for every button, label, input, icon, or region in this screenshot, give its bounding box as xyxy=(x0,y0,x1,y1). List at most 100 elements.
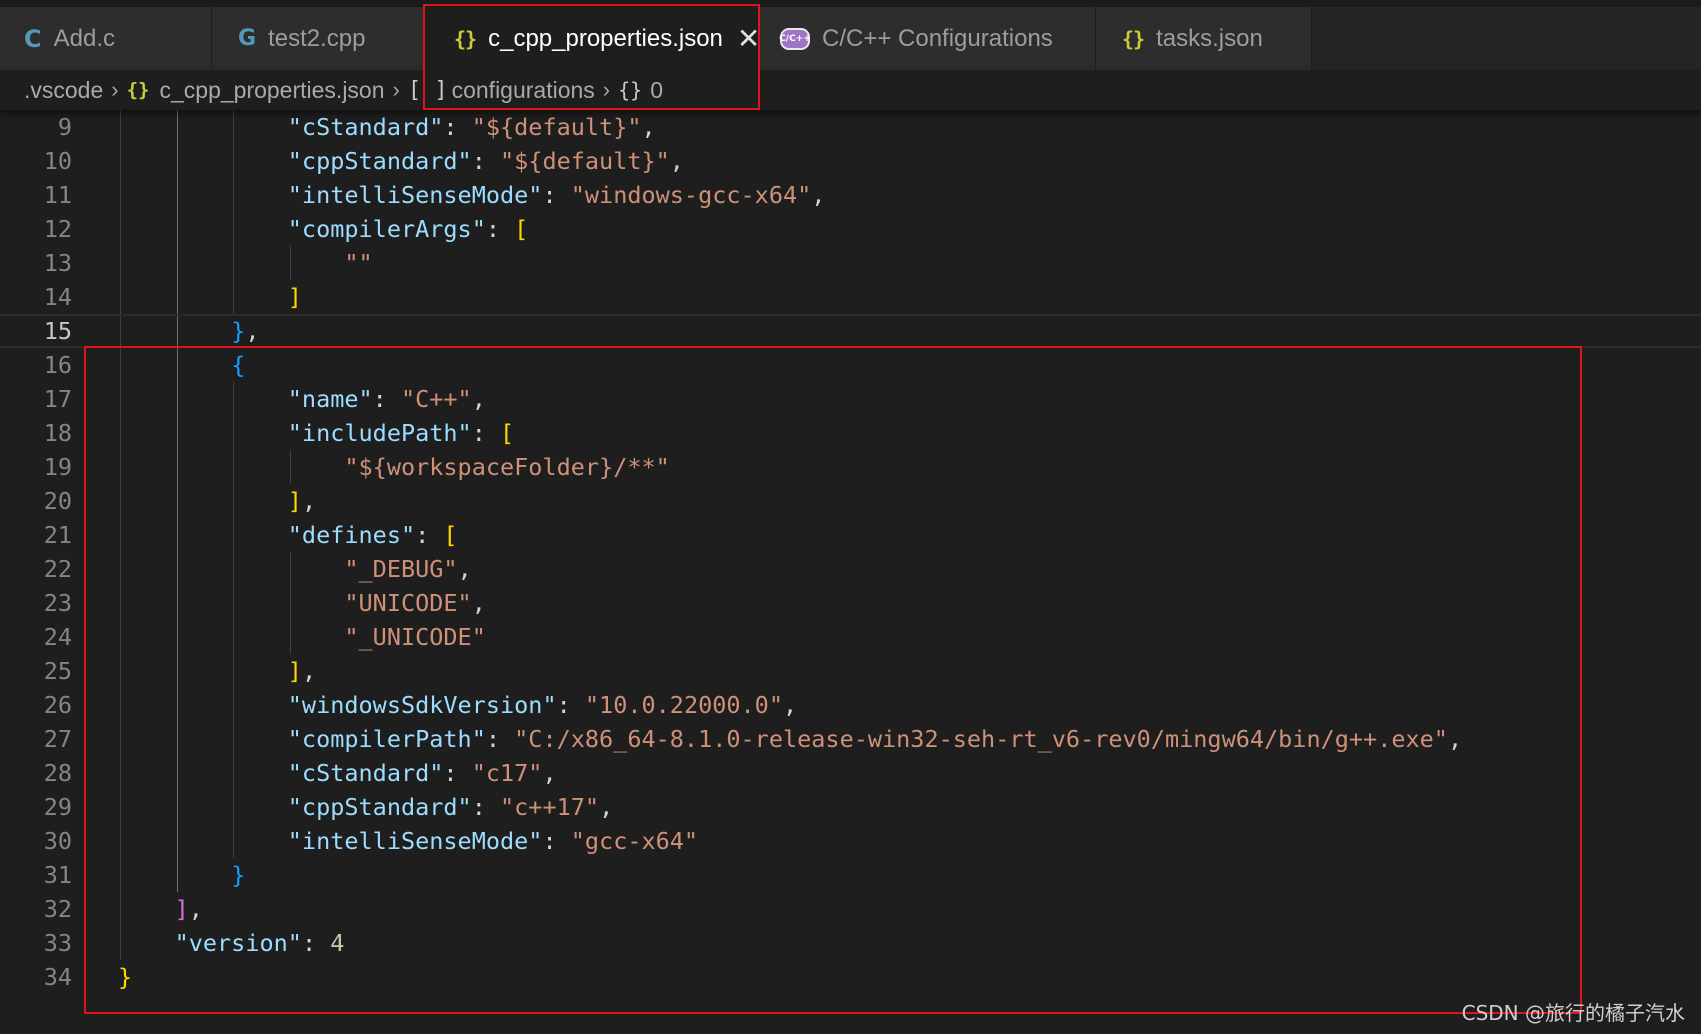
line-number: 12 xyxy=(43,215,72,243)
code-token: ] xyxy=(287,283,302,311)
indent-guide xyxy=(176,212,178,246)
breadcrumb-file[interactable]: {} c_cpp_properties.json xyxy=(127,77,385,104)
line-number: 29 xyxy=(43,793,72,821)
line-number: 31 xyxy=(43,861,72,889)
line-number: 11 xyxy=(43,181,72,209)
line-number: 25 xyxy=(43,657,72,685)
code-token: "windows-gcc-x64" xyxy=(570,181,812,209)
code-token: [ xyxy=(514,215,529,243)
code-text: "intelliSenseMode": "windows-gcc-x64", xyxy=(118,178,826,212)
breadcrumb-folder-label: .vscode xyxy=(24,76,104,103)
tab-label: Add.c xyxy=(53,24,115,52)
line-number: 20 xyxy=(43,487,72,515)
c-file-icon: C xyxy=(24,24,42,53)
line-number: 10 xyxy=(43,147,72,175)
code-line[interactable]: 12 "compilerArgs": [ xyxy=(0,212,1701,246)
highlight-box-tab xyxy=(423,4,760,110)
breadcrumb-folder[interactable]: .vscode xyxy=(24,77,103,104)
indent-guide xyxy=(176,110,178,144)
code-line[interactable]: 11 "intelliSenseMode": "windows-gcc-x64"… xyxy=(0,178,1701,212)
line-number: 17 xyxy=(43,385,72,413)
line-number: 28 xyxy=(43,759,72,787)
line-number: 23 xyxy=(43,589,72,617)
watermark: CSDN @旅行的橘子汽水 xyxy=(1461,1001,1685,1025)
code-text: "cppStandard": "${default}", xyxy=(118,144,684,178)
indent-guide xyxy=(120,144,121,178)
highlight-box-config xyxy=(84,346,1582,1014)
indent-guide xyxy=(233,280,235,314)
json-file-icon: {} xyxy=(126,79,150,101)
indent-guide xyxy=(120,110,121,144)
code-line[interactable]: 13 "" xyxy=(0,246,1701,280)
line-number: 15 xyxy=(43,317,72,345)
breadcrumb-file-label: c_cpp_properties.json xyxy=(159,76,385,103)
line-number: 26 xyxy=(43,691,72,719)
code-token: : xyxy=(542,181,571,209)
line-number: 27 xyxy=(43,725,72,753)
chevron-right-icon: › xyxy=(111,77,119,102)
line-number: 22 xyxy=(43,555,72,583)
code-token: "intelliSenseMode" xyxy=(287,181,543,209)
code-text: }, xyxy=(118,316,259,346)
cpp-configurations-icon: C/C++ xyxy=(779,27,811,50)
tab-label: test2.cpp xyxy=(268,24,366,52)
indent-guide xyxy=(120,246,121,280)
indent-guide xyxy=(233,144,235,178)
code-token: , xyxy=(669,147,684,175)
line-number: 21 xyxy=(43,521,72,549)
line-number: 24 xyxy=(43,623,72,651)
cpp-file-icon: G xyxy=(238,26,257,51)
tab-add-c[interactable]: C Add.c xyxy=(0,7,212,70)
code-token: : xyxy=(443,113,472,141)
indent-guide xyxy=(176,246,178,280)
tab-test2-cpp[interactable]: G test2.cpp xyxy=(212,7,424,70)
line-number: 9 xyxy=(57,113,72,141)
code-token: "compilerArgs" xyxy=(287,215,486,243)
line-number: 32 xyxy=(43,895,72,923)
indent-guide xyxy=(120,178,121,212)
chevron-right-icon: › xyxy=(392,77,400,102)
code-text: "cStandard": "${default}", xyxy=(118,110,656,144)
indent-guide xyxy=(233,110,235,144)
code-token: "" xyxy=(344,249,373,277)
line-number: 33 xyxy=(43,929,72,957)
line-number: 16 xyxy=(43,351,72,379)
line-number: 34 xyxy=(43,963,72,991)
tab-cpp-configurations[interactable]: C/C++ C/C++ Configurations xyxy=(760,7,1096,70)
indent-guide xyxy=(120,212,121,246)
indent-guide xyxy=(289,246,291,280)
code-text: "" xyxy=(118,246,373,280)
indent-guide xyxy=(176,178,178,212)
line-number: 19 xyxy=(43,453,72,481)
code-token: , xyxy=(641,113,656,141)
tab-label: C/C++ Configurations xyxy=(822,24,1053,52)
code-line[interactable]: 10 "cppStandard": "${default}", xyxy=(0,144,1701,178)
code-token: "${default}" xyxy=(500,147,670,175)
indent-guide xyxy=(233,246,235,280)
code-token: : xyxy=(485,215,515,243)
code-line[interactable]: 9 "cStandard": "${default}", xyxy=(0,110,1701,144)
tab-tasks-json[interactable]: {} tasks.json xyxy=(1096,7,1312,70)
tab-label: tasks.json xyxy=(1156,24,1263,52)
indent-guide xyxy=(120,280,121,314)
line-number: 30 xyxy=(43,827,72,855)
code-token: "${default}" xyxy=(471,113,642,141)
json-file-icon: {} xyxy=(1122,26,1145,51)
indent-guide xyxy=(233,212,235,246)
editor-tab-bar: C Add.c G test2.cpp {} c_cpp_properties.… xyxy=(0,0,1701,70)
code-line[interactable]: 14 ] xyxy=(0,280,1701,314)
indent-guide xyxy=(176,144,178,178)
indent-guide xyxy=(176,280,178,314)
code-line[interactable]: 15 }, xyxy=(0,314,1701,350)
line-number: 13 xyxy=(43,249,72,277)
indent-guide xyxy=(233,178,235,212)
line-number: 18 xyxy=(43,419,72,447)
breadcrumb: .vscode › {} c_cpp_properties.json › [ ]… xyxy=(0,70,1701,110)
